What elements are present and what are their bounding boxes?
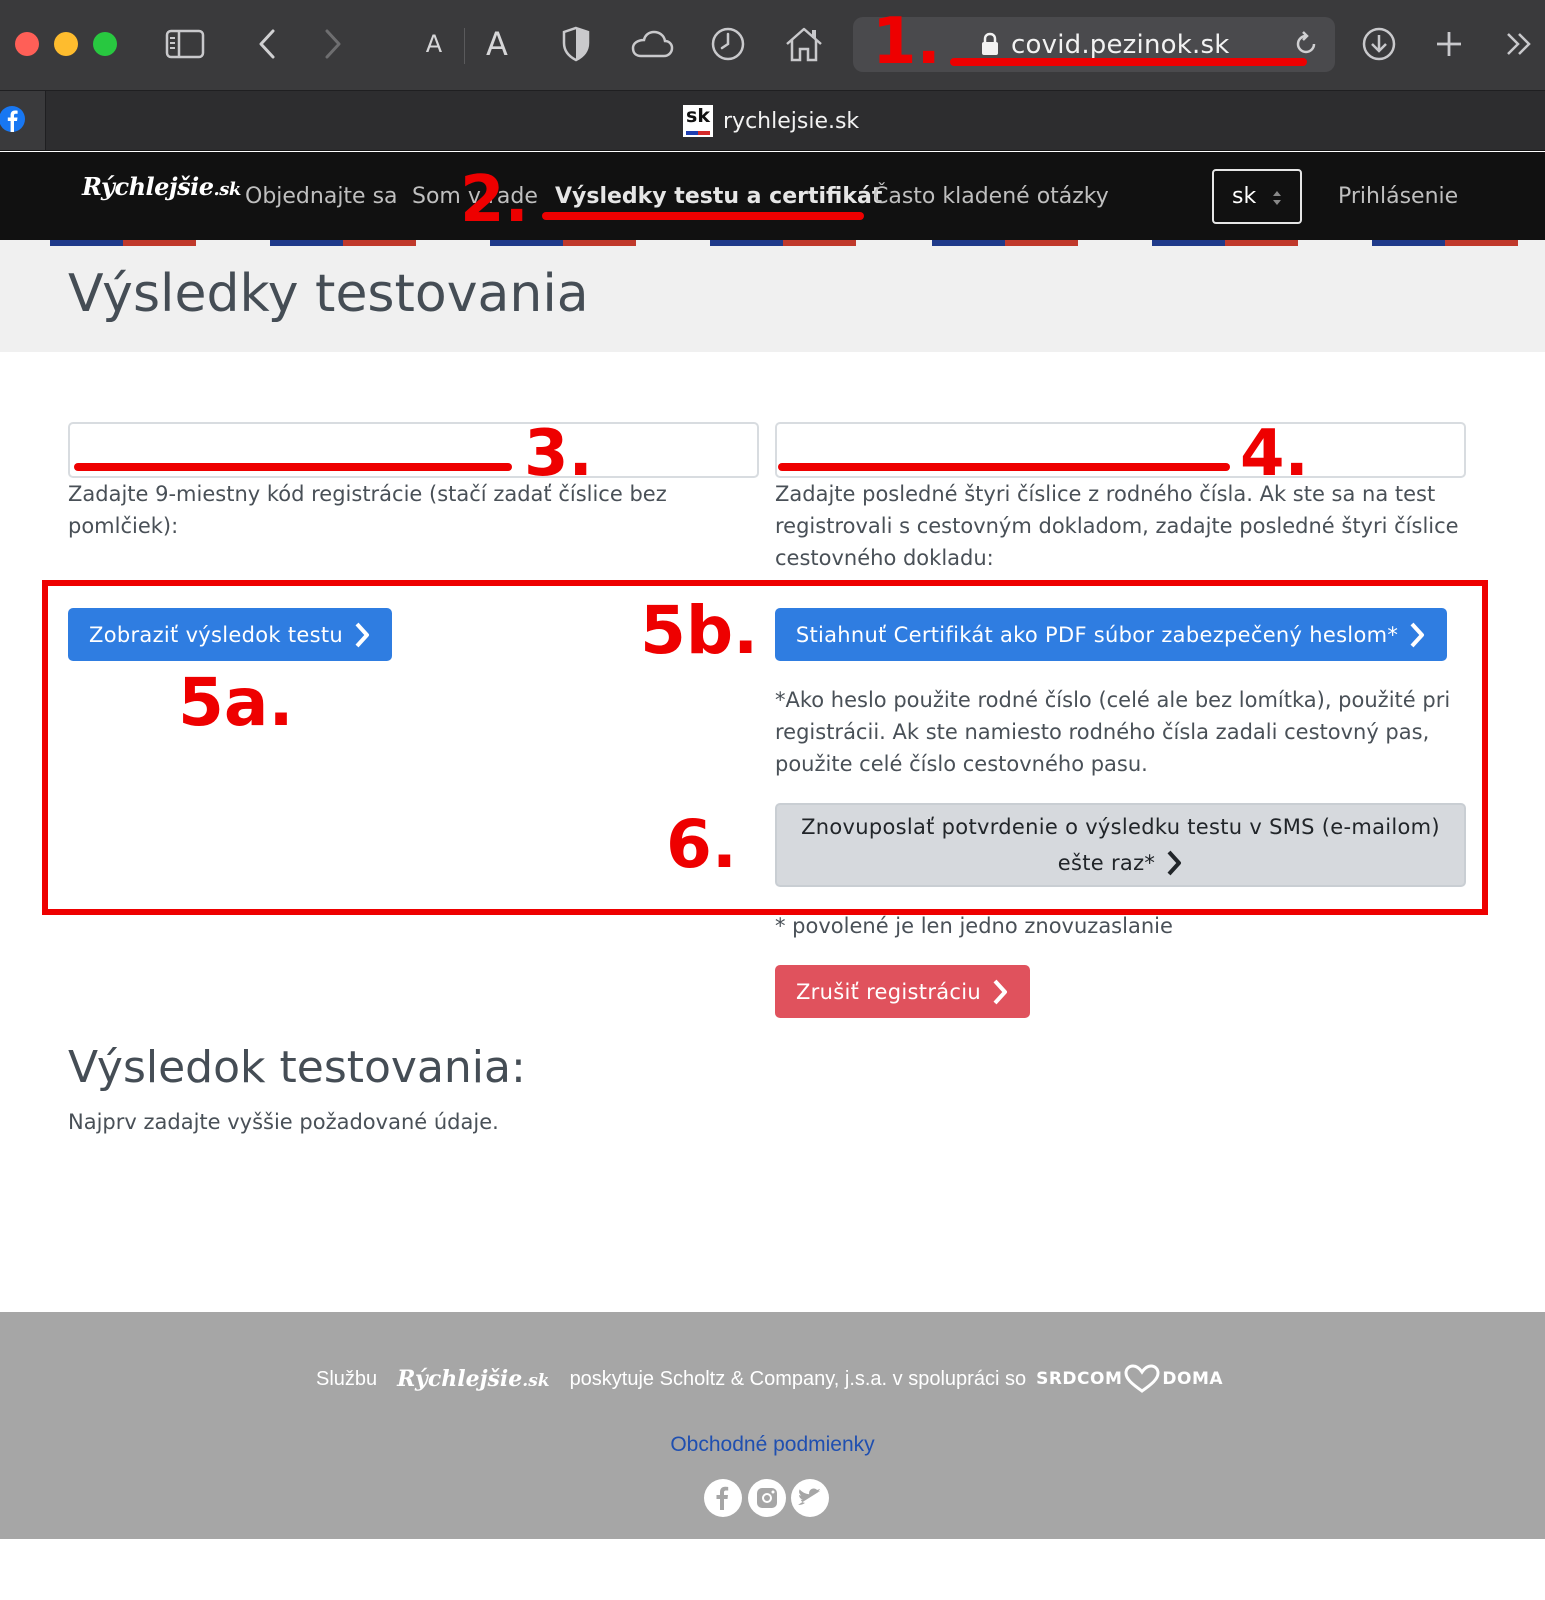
footer-credits: Službu Rýchlejšie.sk poskytuje Scholtz &… <box>316 1364 1223 1394</box>
cancel-registration-button[interactable]: Zrušiť registráciu <box>775 965 1030 1018</box>
toolbar-separator <box>464 28 465 64</box>
nav-item-order[interactable]: Objednajte sa <box>245 184 398 209</box>
lock-icon <box>981 32 999 60</box>
zoom-window-button[interactable] <box>93 32 117 56</box>
annotation-underline-url <box>950 58 1307 66</box>
footer-prefix: Službu <box>316 1367 378 1390</box>
sidebar-icon[interactable] <box>164 22 206 66</box>
text-larger-button[interactable]: A <box>482 22 512 66</box>
result-heading: Výsledok testovania: <box>68 1042 526 1093</box>
terms-link[interactable]: Obchodné podmienky <box>0 1433 1545 1457</box>
cancel-registration-label: Zrušiť registráciu <box>795 979 982 1004</box>
close-window-button[interactable] <box>15 32 39 56</box>
active-tab[interactable]: sk rychlejsie.sk <box>683 105 859 137</box>
registration-code-help: Zadajte 9-miestny kód registrácie (stačí… <box>68 482 667 538</box>
annotation-3: 3. <box>524 417 593 491</box>
site-navbar: Rýchlejšie.sk Objednajte sa Som v rade V… <box>0 152 1545 240</box>
facebook-icon <box>0 104 28 138</box>
footer-provider-text: poskytuje Scholtz & Company, j.s.a. v sp… <box>569 1367 1027 1390</box>
annotation-underline-code <box>74 463 512 471</box>
login-link[interactable]: Prihlásenie <box>1338 184 1458 209</box>
page-title: Výsledky testovania <box>68 264 589 324</box>
facebook-icon[interactable] <box>704 1479 742 1517</box>
nav-item-faq[interactable]: Často kladené otázky <box>873 184 1109 209</box>
annotation-1: 1. <box>872 5 941 79</box>
tab-label: rychlejsie.sk <box>723 108 860 134</box>
twitter-icon[interactable] <box>791 1479 829 1517</box>
chevron-right-icon <box>993 979 1008 1004</box>
footer-logo[interactable]: Rýchlejšie.sk <box>397 1366 549 1392</box>
annotation-underline-nav <box>542 212 864 220</box>
browser-toolbar: A A covid.pezinok.sk <box>0 0 1545 90</box>
url-text: covid.pezinok.sk <box>1011 30 1230 60</box>
new-tab-icon[interactable] <box>1432 22 1466 66</box>
annotation-5a: 5a. <box>178 664 294 741</box>
back-icon[interactable] <box>252 22 282 66</box>
site-logo[interactable]: Rýchlejšie.sk <box>82 172 241 201</box>
instagram-icon[interactable] <box>748 1479 786 1517</box>
partner-logo[interactable]: SRDCOM DOMA <box>1036 1364 1223 1394</box>
footer: Službu Rýchlejšie.sk poskytuje Scholtz &… <box>0 1312 1545 1539</box>
download-icon[interactable] <box>1360 22 1398 66</box>
select-arrows-icon <box>1273 191 1281 205</box>
more-icon[interactable] <box>1502 22 1536 66</box>
minimize-window-button[interactable] <box>54 32 78 56</box>
heart-icon <box>1124 1364 1160 1393</box>
cloud-icon[interactable] <box>630 22 674 66</box>
text-smaller-button[interactable]: A <box>420 22 448 66</box>
history-icon[interactable] <box>710 22 746 66</box>
annotation-4: 4. <box>1240 417 1309 491</box>
site-favicon: sk <box>683 105 713 137</box>
nav-item-results[interactable]: Výsledky testu a certifikát <box>555 184 882 209</box>
forward-icon[interactable] <box>318 22 348 66</box>
birth-number-help: Zadajte posledné štyri číslice z rodného… <box>775 482 1459 570</box>
page-header: Výsledky testovania <box>0 246 1545 352</box>
result-message: Najprv zadajte vyššie požadované údaje. <box>68 1110 499 1134</box>
annotation-6: 6. <box>666 806 737 883</box>
reload-icon[interactable] <box>1293 31 1319 61</box>
pinned-tab-facebook[interactable] <box>0 91 46 150</box>
annotation-5b: 5b. <box>640 592 759 669</box>
home-icon[interactable] <box>784 22 824 66</box>
language-select[interactable]: sk <box>1212 169 1302 224</box>
annotation-highlight-box <box>42 580 1488 915</box>
tab-bar: sk rychlejsie.sk <box>0 90 1545 151</box>
annotation-underline-birth-number <box>778 463 1230 471</box>
annotation-2: 2. <box>460 163 529 237</box>
language-select-value: sk <box>1232 184 1257 209</box>
shield-icon[interactable] <box>560 22 592 66</box>
